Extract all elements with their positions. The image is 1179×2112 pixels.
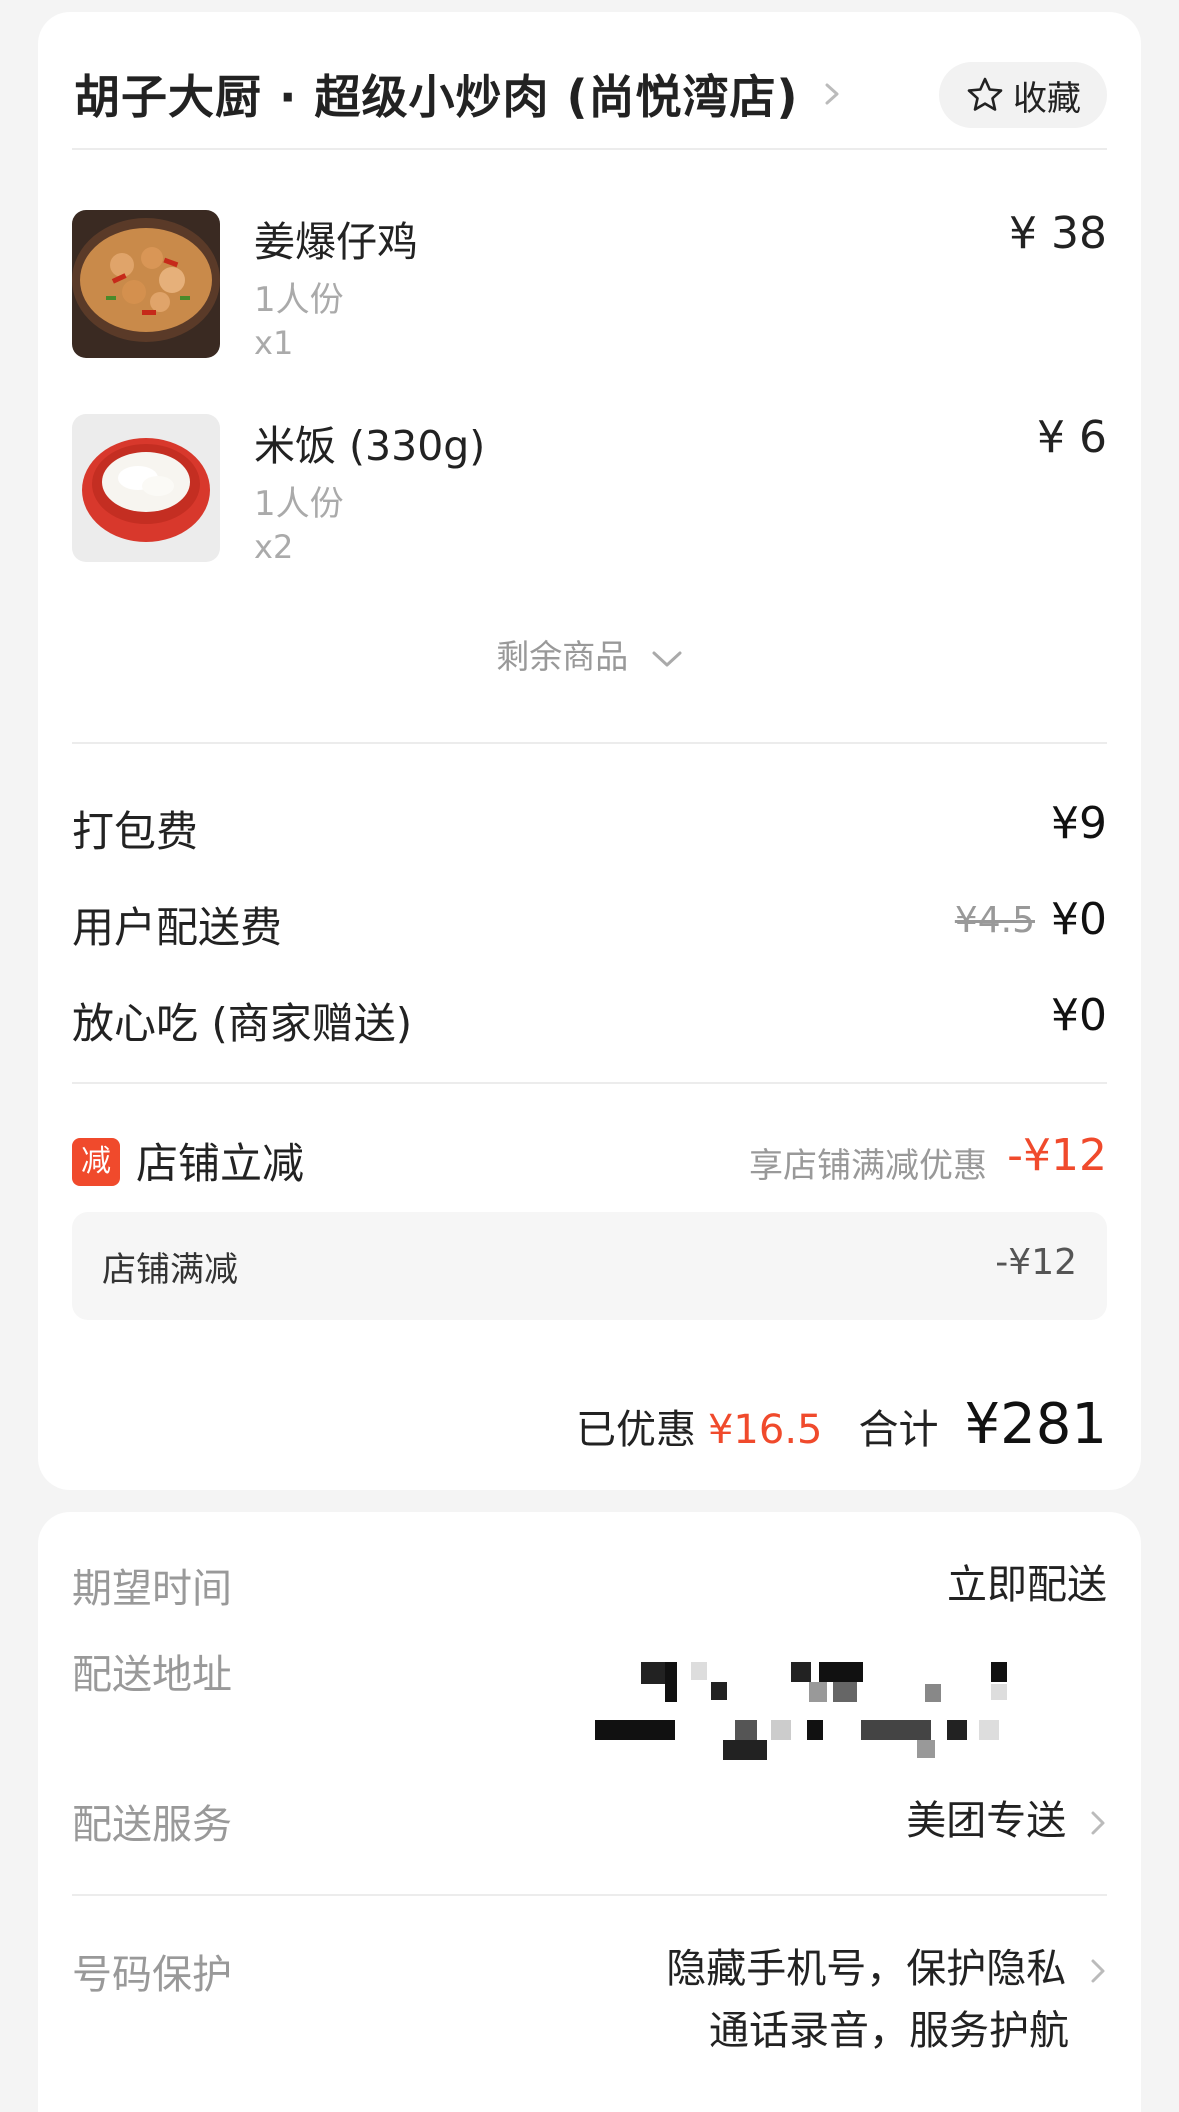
discount-label: 店铺立减	[136, 1139, 305, 1188]
divider	[72, 1082, 1107, 1084]
fee-value: ¥0	[1051, 990, 1107, 1041]
number-protection-line2: 通话录音，服务护航	[709, 2008, 1069, 2054]
order-item[interactable]: 姜爆仔鸡 1人份 x1 ¥ 38	[72, 208, 1107, 362]
fee-row-packing: 打包费 ¥9	[72, 798, 1107, 858]
divider	[72, 1894, 1107, 1896]
fee-label: 用户配送费	[72, 903, 283, 952]
fee-row-insurance: 放心吃 (商家赠送) ¥0	[72, 990, 1107, 1050]
more-items-label: 剩余商品	[496, 637, 629, 676]
order-card: 胡子大厨 · 超级小炒肉 (尚悦湾店) 收藏 姜爆仔鸡 1人份 x1 ¥ 38 …	[38, 12, 1141, 1490]
address-value-redacted[interactable]	[595, 1662, 1115, 1772]
fee-label: 打包费	[72, 807, 199, 856]
food-dish-image	[72, 210, 220, 358]
discount-detail-box: 店铺满减 -¥12	[72, 1212, 1107, 1320]
number-protection-value[interactable]: 隐藏手机号，保护隐私 通话录音，服务护航	[666, 1938, 1107, 2062]
shop-name[interactable]: 胡子大厨 · 超级小炒肉 (尚悦湾店)	[74, 61, 799, 127]
expected-time-label: 期望时间	[72, 1566, 232, 1612]
saved-value: ¥16.5	[707, 1407, 823, 1453]
chevron-down-icon	[652, 651, 682, 666]
item-name: 米饭 (330g)	[254, 422, 486, 470]
total-summary: 已优惠 ¥16.5 合计 ¥281	[576, 1392, 1107, 1462]
star-icon	[967, 77, 1003, 111]
shop-header[interactable]: 胡子大厨 · 超级小炒肉 (尚悦湾店) 收藏	[74, 52, 1107, 136]
item-name: 姜爆仔鸡	[254, 218, 418, 266]
delivery-card: 期望时间 立即配送 配送地址 配送服务 美团专送 号码保护 隐藏手机号，保护隐私…	[38, 1512, 1141, 2112]
expected-time-value[interactable]: 立即配送	[947, 1552, 1107, 1610]
rice-bowl-image	[72, 414, 220, 562]
fee-value: ¥9	[1051, 798, 1107, 849]
discount-value: -¥12	[1007, 1130, 1107, 1181]
total-value: ¥281	[964, 1392, 1107, 1457]
number-protection-line1: 隐藏手机号，保护隐私	[666, 1946, 1067, 1992]
discount-detail-value: -¥12	[995, 1242, 1077, 1283]
delivery-service-text: 美团专送	[906, 1798, 1067, 1844]
item-price: ¥ 38	[1009, 208, 1107, 259]
more-items-toggle[interactable]: 剩余商品	[38, 630, 1141, 678]
chevron-right-icon	[1091, 1959, 1105, 1983]
discount-description: 享店铺满减优惠	[749, 1146, 987, 1186]
favorite-button[interactable]: 收藏	[939, 62, 1107, 128]
divider	[72, 742, 1107, 744]
item-spec: 1人份	[254, 484, 344, 524]
total-label: 合计	[858, 1407, 939, 1453]
shop-discount-row: 减 店铺立减 享店铺满减优惠 -¥12	[72, 1130, 1107, 1190]
number-protection-label: 号码保护	[72, 1952, 232, 1998]
chevron-right-icon	[825, 83, 839, 105]
fee-row-delivery: 用户配送费 ¥4.5 ¥0	[72, 894, 1107, 954]
delivery-service-value[interactable]: 美团专送	[906, 1788, 1107, 1846]
delivery-service-label: 配送服务	[72, 1802, 232, 1848]
item-quantity: x2	[254, 528, 294, 566]
discount-detail-label: 店铺满减	[102, 1250, 238, 1290]
divider	[72, 148, 1107, 150]
chevron-right-icon	[1091, 1811, 1105, 1835]
item-price: ¥ 6	[1037, 412, 1107, 463]
fee-original-value: ¥4.5	[954, 900, 1035, 941]
order-item[interactable]: 米饭 (330g) 1人份 x2 ¥ 6	[72, 412, 1107, 566]
discount-badge: 减	[72, 1138, 120, 1186]
address-label: 配送地址	[72, 1652, 232, 1698]
fee-label: 放心吃 (商家赠送)	[72, 999, 413, 1048]
saved-label: 已优惠	[575, 1407, 696, 1453]
fee-value: ¥0	[1051, 894, 1107, 945]
favorite-label: 收藏	[1013, 78, 1081, 119]
item-spec: 1人份	[254, 280, 344, 320]
item-quantity: x1	[254, 324, 294, 362]
